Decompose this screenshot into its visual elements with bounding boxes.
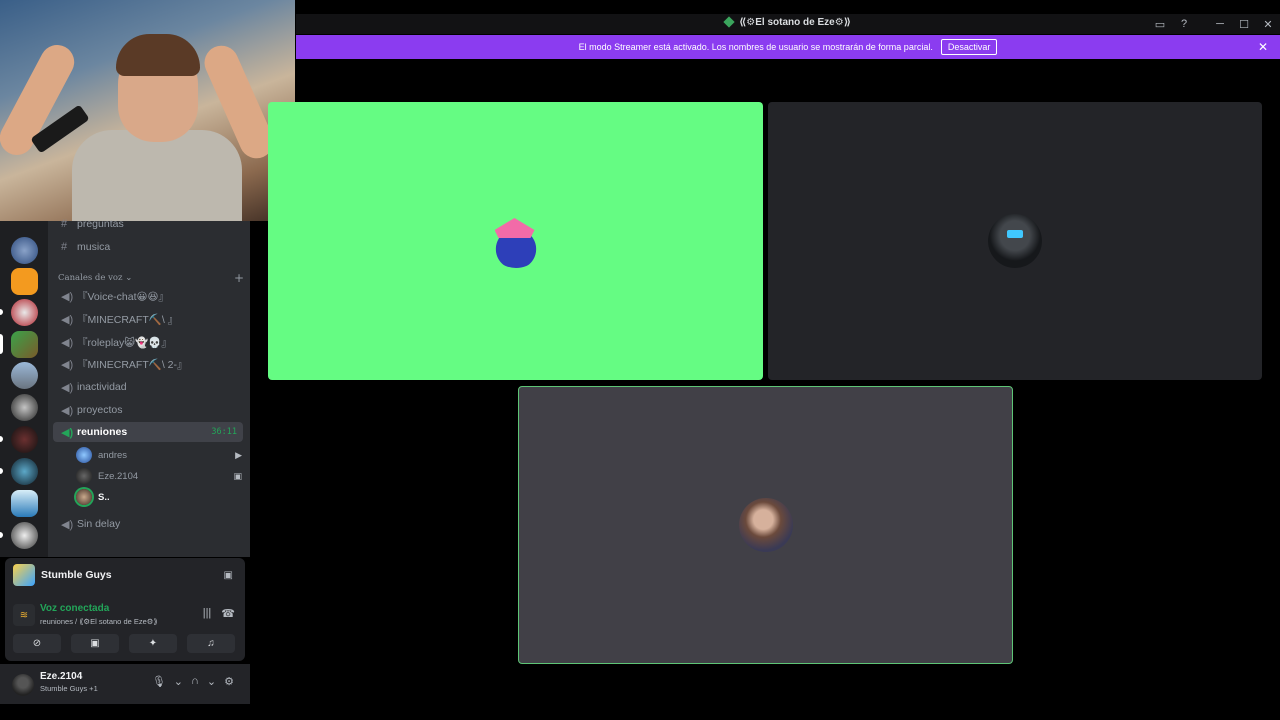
activity-name: Stumble Guys [41,569,112,581]
voice-buttons: ⊘ ▣ ✦ ♫ [13,634,235,653]
voice-category[interactable]: Canales de voz ⌄ + [58,271,244,285]
user-controls: 🎙 ⌄ ∩ ⌄ ⚙ [152,675,234,688]
speaker-icon: ◀) [61,313,74,326]
voice-actions: ||| ☎ [203,607,235,620]
server-list [0,221,48,557]
server-icon[interactable] [0,299,38,326]
server-icon[interactable] [11,362,38,389]
server-icon[interactable] [0,522,38,549]
soundboard-button[interactable]: ♫ [187,634,235,653]
disconnect-icon[interactable]: ☎ [221,607,235,620]
banner-text: El modo Streamer está activado. Los nomb… [578,42,933,52]
user-name[interactable]: Eze.2104 [40,671,82,682]
unread-pip [0,532,3,538]
server-icon[interactable] [11,237,38,264]
connection-signal-icon[interactable]: ≋ [13,604,35,626]
speaker-icon: ◀) [61,358,74,371]
minimize-button[interactable]: ─ [1208,14,1232,34]
glowing-eyes-icon [1007,230,1023,238]
game-icon: ▣ [233,470,242,481]
participant-tile[interactable] [768,102,1262,380]
camera-off-button[interactable]: ⊘ [13,634,61,653]
selected-pip [0,334,3,354]
hashtag-icon: # [61,241,68,253]
channel-musica[interactable]: # musica [53,237,243,257]
gear-icon[interactable]: ⚙ [224,675,234,688]
voice-channel[interactable]: ◀) inactividad [53,377,243,397]
user-panel: Eze.2104 Stumble Guys +1 🎙 ⌄ ∩ ⌄ ⚙ [0,664,250,704]
speaker-icon: ◀) [61,518,74,531]
titlebar-icons: ▭ ? ─ ☐ ✕ [1148,14,1280,34]
voice-channel[interactable]: ◀) 『MINECRAFT⛏️\ 』 [53,309,243,329]
hashtag-icon: # [61,218,68,230]
voice-channel[interactable]: ◀) proyectos [53,400,243,420]
voice-connection-panel: ≋ Voz conectada reuniones / ⟪⚙El sotano … [5,592,245,661]
server-icon[interactable] [11,268,38,295]
webcam-hair [116,34,200,76]
chevron-down-icon[interactable]: ⌄ [174,675,183,688]
call-timer: 36:11 [211,427,237,437]
unread-pip [0,436,3,442]
member-avatar-speaking [76,489,92,505]
participant-avatar-house [488,214,543,268]
noise-suppression-icon[interactable]: ||| [203,607,212,620]
channel-preguntas[interactable]: # preguntas [53,214,243,234]
speaker-icon: ◀) [61,290,74,303]
user-status: Stumble Guys +1 [40,684,98,693]
share-screen-button[interactable]: ▣ [71,634,119,653]
participant-avatar-masked [988,214,1042,268]
speaker-icon: ◀) [61,336,74,349]
speaker-icon: ◀) [61,404,74,417]
voice-member[interactable]: Eze.2104 ▣ [76,466,242,486]
inbox-icon[interactable]: ▭ [1148,14,1172,34]
member-avatar [76,468,92,484]
server-icon-active[interactable] [0,331,38,358]
voice-member[interactable]: andres ▶ [76,445,242,465]
close-banner-icon[interactable]: ✕ [1258,40,1268,54]
voice-channel-active[interactable]: ◀) reuniones 36:11 [53,422,243,442]
voice-channel-path[interactable]: reuniones / ⟪⚙El sotano de Eze⚙⟫ [40,617,158,626]
server-icon[interactable] [11,394,38,421]
unread-pip [0,309,3,315]
maximize-button[interactable]: ☐ [1232,14,1256,34]
participant-tile-speaking[interactable] [518,386,1013,664]
playstation-icon: ▶ [235,449,242,460]
streamer-mode-banner: El modo Streamer está activado. Los nomb… [296,35,1280,59]
voice-channel[interactable]: ◀) 『roleplay😸👻💀』 [53,332,243,352]
window-title: ⟪⚙El sotano de Eze⚙⟫ [296,16,1280,29]
help-icon[interactable]: ? [1172,14,1196,34]
speaker-icon: ◀) [61,381,74,394]
add-channel-icon[interactable]: + [234,271,244,285]
stumble-guys-icon [13,564,35,586]
webcam-shirt [72,130,242,221]
title-bar: ⟪⚙El sotano de Eze⚙⟫ ▭ ? ─ ☐ ✕ [296,14,1280,34]
voice-channel[interactable]: ◀) 『MINECRAFT⛏️\ 2-』 [53,354,243,374]
user-avatar[interactable] [12,674,34,696]
participant-avatar-photo [738,498,793,552]
house-roof-icon [494,218,535,238]
activities-button[interactable]: ✦ [129,634,177,653]
server-icon[interactable] [0,426,38,453]
server-icon[interactable] [0,458,38,485]
voice-state[interactable]: Voz conectada [40,603,109,614]
close-window-button[interactable]: ✕ [1256,14,1280,34]
server-gem-icon [723,16,735,29]
share-screen-icon[interactable]: ▣ [224,570,233,581]
chevron-down-icon[interactable]: ⌄ [207,675,216,688]
participant-tile[interactable] [268,102,763,380]
voice-channel[interactable]: ◀) Sin delay [53,514,243,534]
channel-list: # preguntas # musica Canales de voz ⌄ + ◀)… [48,218,250,557]
speaker-active-icon: ◀) [61,426,74,439]
streamer-webcam [0,0,295,221]
voice-member[interactable]: S.. [76,487,242,507]
voice-channel[interactable]: ◀) 『Voice-chat😀😆』 [53,286,243,306]
member-avatar [76,447,92,463]
activity-panel: Stumble Guys ▣ [5,558,245,592]
server-icon[interactable] [11,490,38,517]
microphone-icon[interactable]: 🎙 [152,675,166,688]
deactivate-button[interactable]: Desactivar [940,39,998,55]
unread-pip [0,468,3,474]
headphones-icon[interactable]: ∩ [191,675,199,688]
